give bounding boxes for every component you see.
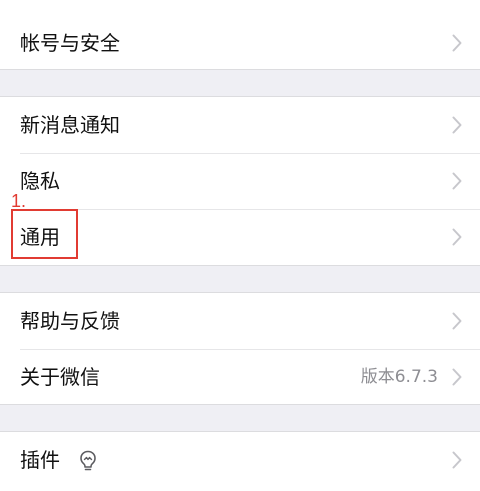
settings-screen: 帐号与安全 新消息通知 隐私 通用 帮助与反馈 关于微信 版本6.7.3 插件 …: [0, 0, 480, 491]
settings-row-general[interactable]: 通用: [0, 209, 480, 265]
row-label: 帐号与安全: [20, 31, 120, 55]
chevron-right-icon: [452, 116, 462, 134]
lightbulb-icon: [80, 450, 96, 471]
settings-row-help-feedback[interactable]: 帮助与反馈: [0, 293, 480, 349]
row-label: 新消息通知: [20, 113, 120, 137]
account-group: 帐号与安全: [0, 0, 480, 70]
settings-row-account-security[interactable]: 帐号与安全: [0, 0, 480, 69]
chevron-right-icon: [452, 368, 462, 386]
chevron-right-icon: [452, 312, 462, 330]
row-label: 帮助与反馈: [20, 309, 120, 333]
about-group: 帮助与反馈 关于微信 版本6.7.3: [0, 292, 480, 405]
notifications-group: 新消息通知 隐私 通用: [0, 96, 480, 266]
annotation-step-number: 1.: [11, 191, 27, 211]
row-label: 通用: [20, 225, 60, 249]
version-value: 版本6.7.3: [360, 367, 438, 387]
settings-row-new-message-notification[interactable]: 新消息通知: [0, 97, 480, 153]
settings-row-about-wechat[interactable]: 关于微信 版本6.7.3: [0, 349, 480, 405]
plugins-group: 插件: [0, 431, 480, 491]
row-label: 关于微信: [20, 365, 100, 389]
chevron-right-icon: [452, 34, 462, 52]
chevron-right-icon: [452, 228, 462, 246]
chevron-right-icon: [452, 451, 462, 469]
chevron-right-icon: [452, 172, 462, 190]
settings-row-privacy[interactable]: 隐私: [0, 153, 480, 209]
